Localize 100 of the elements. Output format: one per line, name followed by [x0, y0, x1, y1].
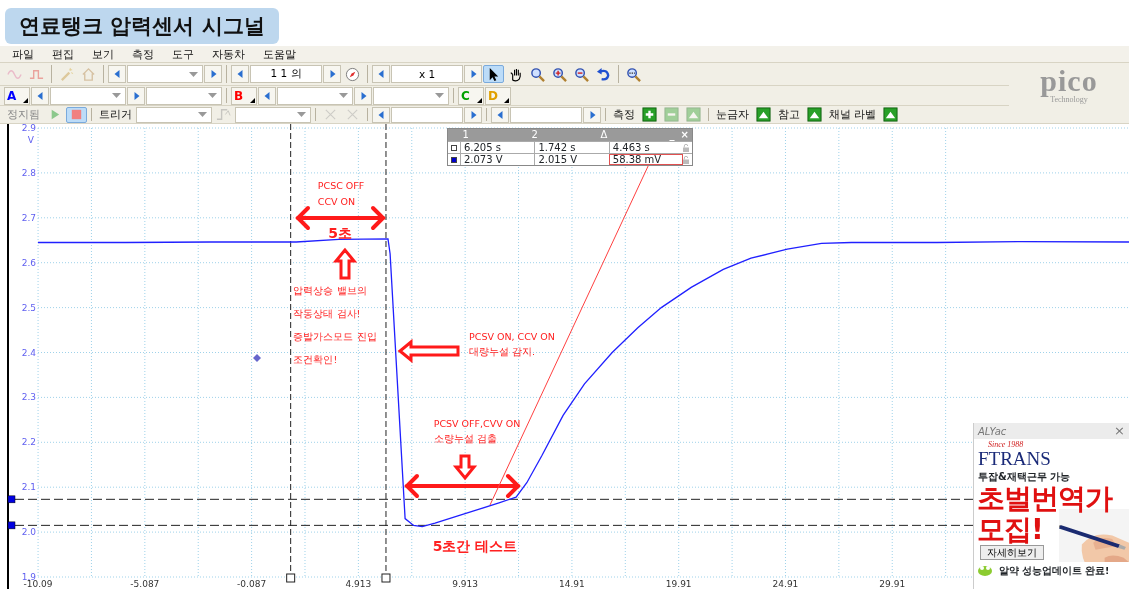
menu-item[interactable]: 파일 — [12, 46, 34, 62]
column-header: Δ — [599, 129, 609, 141]
channel-button[interactable]: A — [4, 86, 30, 105]
menu-item[interactable]: 편집 — [52, 46, 74, 62]
cursor-handle[interactable] — [381, 573, 391, 583]
close-button[interactable]: × — [1114, 423, 1125, 441]
annotation-text: 5초 — [328, 224, 352, 242]
right-triangle-icon — [328, 70, 336, 78]
input-field[interactable] — [510, 106, 582, 123]
right-triangle-icon — [209, 70, 217, 78]
next-button[interactable] — [127, 86, 145, 105]
plus-icon[interactable] — [639, 106, 660, 123]
right-triangle-icon — [469, 110, 477, 119]
previous-button[interactable] — [108, 65, 126, 83]
menu-item[interactable]: 도움말 — [263, 46, 296, 62]
caret-icon — [198, 112, 207, 117]
panel-icon[interactable] — [804, 106, 825, 123]
previous-button[interactable] — [258, 86, 276, 105]
next-button[interactable] — [464, 65, 482, 83]
pointer-icon[interactable] — [483, 65, 504, 83]
caret-icon — [477, 97, 482, 103]
previous-button[interactable] — [372, 106, 390, 123]
right-triangle-icon — [469, 70, 477, 78]
caret-icon — [250, 97, 255, 103]
left-triangle-icon — [377, 110, 385, 119]
table-cell: 58.38 mV — [608, 154, 684, 165]
left-triangle-icon — [236, 70, 244, 78]
left-triangle-icon — [263, 91, 271, 100]
table-cell: 2.073 V — [459, 154, 535, 165]
left-triangle-icon — [36, 91, 44, 100]
axis-unit: V — [27, 135, 34, 145]
left-triangle-icon — [377, 70, 385, 78]
axis-label: 19.91 — [665, 579, 692, 589]
caret-icon — [23, 97, 28, 103]
toolbar-label: 정지됨 — [6, 106, 41, 122]
page-title: 연료탱크 압력센서 시그널 — [5, 8, 279, 44]
left-triangle-icon — [496, 110, 504, 119]
column-header: 1 — [461, 129, 470, 141]
logo-tagline: Since 1988 — [987, 440, 1025, 449]
details-button[interactable]: 자세히보기 — [980, 545, 1044, 560]
previous-button[interactable] — [491, 106, 509, 123]
previous-button[interactable] — [372, 65, 390, 83]
logo-tagline: Technology — [1050, 95, 1088, 104]
caret-icon — [297, 112, 306, 117]
caret-icon — [504, 97, 509, 103]
axis-label: 2.0 — [21, 527, 36, 538]
toolbar-label: 트리거 — [98, 106, 133, 122]
input-field[interactable]: 1 1 의 — [250, 65, 322, 83]
cursor-handle[interactable] — [286, 573, 296, 583]
next-button[interactable] — [354, 86, 372, 105]
ad-subtitle: 투잡&재택근무 가능 — [977, 470, 1072, 483]
input-field[interactable]: x 1 — [391, 65, 463, 83]
caret-icon — [112, 93, 121, 98]
right-triangle-icon — [588, 110, 596, 119]
input-field[interactable] — [391, 106, 463, 123]
axis-label: 2.4 — [21, 347, 36, 358]
next-button[interactable] — [204, 65, 222, 83]
toolbar-label: 참고 — [777, 106, 801, 122]
axis-label: -0.087 — [237, 579, 267, 589]
annotation-text: PCSV ON, CCV ON 대량누설 감지. — [469, 330, 555, 359]
menu-item[interactable]: 자동차 — [212, 46, 245, 62]
axis-label: 2.6 — [21, 257, 36, 268]
next-button[interactable] — [583, 106, 601, 123]
axis-label: 4.913 — [345, 579, 372, 589]
next-button[interactable] — [464, 106, 482, 123]
axis-label: 14.91 — [559, 579, 585, 589]
menu-item[interactable]: 도구 — [172, 46, 194, 62]
previous-button[interactable] — [31, 86, 49, 105]
right-triangle-icon — [359, 91, 367, 100]
caret-icon — [208, 93, 217, 98]
channel-button[interactable]: B — [231, 86, 257, 105]
axis-label: 2.9 — [21, 124, 36, 133]
caret-icon — [339, 93, 348, 98]
annotation-text: PCSV OFF,CVV ON 소량누설 검출 — [433, 417, 521, 446]
left-arrow — [397, 338, 460, 364]
logo-text: pico — [1039, 65, 1099, 96]
axis-label: 24.91 — [772, 579, 799, 589]
axis-label: 2.2 — [21, 437, 36, 448]
lock-icon — [683, 143, 690, 152]
table-cell: 2.015 V — [534, 154, 609, 165]
up-arrow — [332, 247, 358, 280]
axis-label: -5.087 — [130, 579, 160, 589]
axis-label: 2.8 — [21, 167, 36, 178]
menu-item[interactable]: 측정 — [132, 46, 154, 62]
diamond-marker — [253, 354, 261, 362]
axis-label: 29.91 — [879, 579, 906, 589]
logo-text: FTRANS — [977, 449, 1052, 468]
axis-label: 2.1 — [21, 482, 36, 493]
ad-footer-text: 알약 성능업데이트 완료! — [998, 563, 1110, 577]
down-arrow — [452, 454, 478, 481]
menu-item[interactable]: 보기 — [92, 46, 114, 62]
previous-button[interactable] — [231, 65, 249, 83]
cursor-handle[interactable] — [7, 521, 16, 530]
next-button[interactable] — [323, 65, 341, 83]
cursor-handle[interactable] — [7, 495, 16, 504]
ad-brand: ALYac — [978, 424, 1007, 439]
panel-icon[interactable] — [753, 106, 774, 123]
right-triangle-icon — [132, 91, 140, 100]
axis-label: 9.913 — [452, 579, 479, 589]
axis-label: 2.5 — [21, 302, 36, 313]
